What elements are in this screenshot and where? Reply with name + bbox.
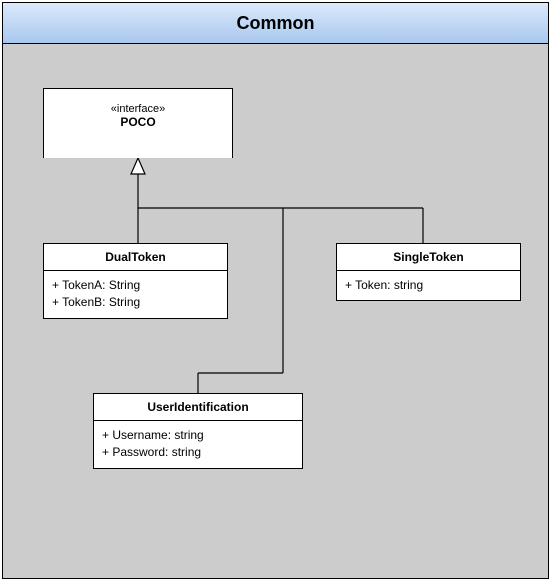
class-title: UserIdentification [94,394,302,421]
interface-title: «interface» POCO [44,89,232,135]
interface-name: POCO [48,115,228,129]
attribute: + Username: string [102,427,294,444]
class-dualtoken: DualToken + TokenA: String + TokenB: Str… [43,243,228,319]
interface-stereotype: «interface» [48,103,228,115]
class-useridentification: UserIdentification + Username: string + … [93,393,303,469]
attribute: + Password: string [102,444,294,461]
attribute: + Token: string [345,277,512,294]
attribute: + TokenA: String [52,277,219,294]
diagram-canvas: Common «interface» POCO DualToken + Toke… [0,0,551,581]
class-attributes: + TokenA: String + TokenB: String [44,271,227,318]
package-title: Common [3,3,548,44]
class-title: DualToken [44,244,227,271]
class-attributes: + Token: string [337,271,520,300]
package-common: Common «interface» POCO DualToken + Toke… [2,2,549,579]
class-singletoken: SingleToken + Token: string [336,243,521,301]
class-title: SingleToken [337,244,520,271]
class-attributes: + Username: string + Password: string [94,421,302,468]
interface-poco: «interface» POCO [43,88,233,158]
attribute: + TokenB: String [52,294,219,311]
